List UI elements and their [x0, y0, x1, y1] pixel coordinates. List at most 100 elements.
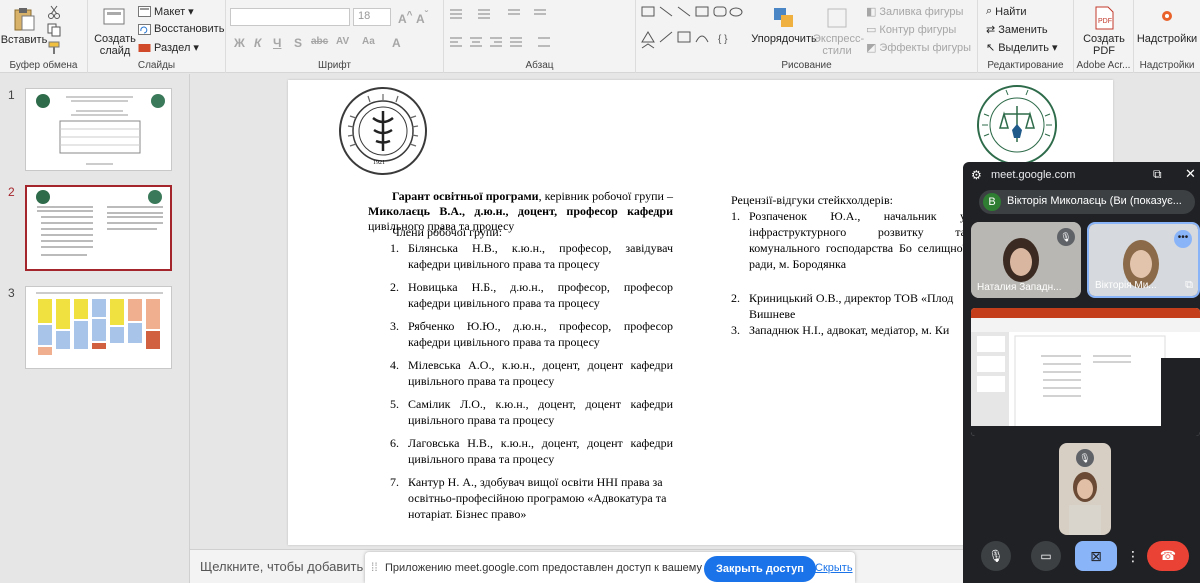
pip-icon[interactable]: ⧉	[1185, 279, 1193, 292]
clipboard-group: Вставить Буфер обмена	[0, 0, 88, 73]
hide-bar-link[interactable]: Скрыть	[815, 562, 853, 574]
find-button[interactable]: ⌕ Найти	[986, 5, 1027, 18]
search-icon: ⌕	[986, 5, 993, 17]
editing-group-title: Редактирование	[987, 60, 1064, 71]
reset-button[interactable]: Восстановить	[138, 23, 224, 35]
reviews-list: 1. Розпаченок Ю.А., начальник у інфрастру…	[731, 208, 966, 338]
slide-thumbnail-2[interactable]	[25, 185, 172, 271]
participant-tile-2[interactable]: ••• Вікторія Ми... ⧉	[1087, 222, 1200, 298]
copy-icon[interactable]	[47, 23, 61, 37]
list-item: 3. Западнюк Н.І., адвокат, медіатор, м. К…	[731, 323, 950, 337]
arrange-icon	[774, 8, 793, 27]
slide-thumbnail-1[interactable]	[25, 88, 172, 171]
thumbnail-1-preview	[36, 94, 165, 165]
back-to-tab-icon[interactable]: ⧉	[1153, 167, 1162, 182]
presenter-chip[interactable]: В Вікторія Миколаєць (Ви (показує...	[979, 190, 1195, 214]
quick-styles-button[interactable]: Экспресс-стили	[812, 5, 864, 57]
addins-button[interactable]: Надстройки	[1136, 5, 1198, 45]
font-group-title: Шрифт	[318, 60, 351, 71]
list-item: 2. Новицька Н.Б., д.ю.н., професор, профе…	[390, 280, 673, 310]
list-item: 4. Мілевська А.О., к.ю.н., доцент, доцент…	[390, 358, 673, 388]
list-item: 6. Лаговська Н.В., к.ю.н., доцент, доцент…	[390, 436, 673, 466]
create-pdf-button[interactable]: PDF Создать PDF	[1080, 5, 1128, 57]
spacing-button[interactable]: AV	[336, 36, 349, 47]
slide-thumbnails-pane: 1 2 3	[0, 74, 190, 583]
shape-outline-button[interactable]: ▭ Контур фигуры	[866, 23, 956, 37]
shape-fill-button[interactable]: ◧ Заливка фигуры	[866, 5, 963, 19]
list-item: 1. Розпаченок Ю.А., начальник у інфрастру…	[731, 209, 966, 271]
section-button[interactable]: Раздел ▾	[138, 41, 199, 54]
reviews-title: Рецензії-відгуки стейкхолдерів:	[731, 193, 893, 207]
format-painter-icon[interactable]	[47, 41, 61, 55]
addins-group-title: Надстройки	[1139, 60, 1195, 71]
mic-off-icon: 🎙︎	[1076, 449, 1094, 467]
shrink-font-icon[interactable]: Aˇ	[416, 10, 428, 26]
stop-sharing-button[interactable]: Закрыть доступ	[704, 556, 816, 582]
slides-group-title: Слайды	[137, 60, 176, 71]
svg-text:{ }: { }	[718, 34, 728, 45]
new-slide-button[interactable]: Создать слайд	[93, 5, 137, 57]
shared-screen-preview	[971, 308, 1200, 436]
strikethrough-button[interactable]: abc	[311, 36, 328, 47]
leave-call-button[interactable]: ☎	[1147, 541, 1189, 571]
guarantor-name: Миколаєць В.А., д.ю.н., доцент, професор…	[368, 204, 673, 218]
self-view-tile[interactable]: 🎙︎	[1059, 443, 1111, 535]
paragraph-icons	[450, 9, 550, 47]
institute-seal-logo	[977, 85, 1057, 165]
underline-button[interactable]: Ч	[273, 36, 281, 50]
list-item: 7. Кантур Н. А., здобувач вищої освіти НН…	[390, 475, 667, 521]
section-icon	[138, 44, 151, 52]
mic-button[interactable]: 🎙︎	[981, 541, 1011, 571]
participant-tile-1[interactable]: 🎙︎ Наталия Западн...	[971, 222, 1081, 298]
mic-icon: 🎙︎	[988, 549, 1004, 563]
font-group: 18 A^ Aˇ Ж К Ч S abc AV Aa A Шрифт	[226, 0, 444, 73]
site-settings-icon[interactable]: ⚙	[971, 168, 982, 182]
close-icon[interactable]: ✕	[1185, 166, 1196, 182]
clipboard-group-title: Буфер обмена	[9, 60, 78, 71]
shadow-button[interactable]: S	[294, 36, 302, 50]
hangup-icon: ☎	[1159, 548, 1177, 563]
notes-placeholder: Щелкните, чтобы добавить зам	[200, 559, 390, 574]
grow-font-icon[interactable]: A^	[398, 10, 413, 26]
svg-text:PDF: PDF	[1098, 18, 1112, 25]
paste-icon	[14, 8, 35, 31]
change-case-button[interactable]: Aa	[362, 36, 375, 47]
list-item: 2. Криницький О.В., директор ТОВ «Плод Ви…	[731, 291, 954, 321]
present-icon: ⊠	[1090, 547, 1102, 564]
participant-name: Наталия Западн...	[977, 282, 1062, 293]
slide-thumbnail-3[interactable]	[25, 286, 172, 369]
addins-group: Надстройки Надстройки	[1134, 0, 1200, 73]
shape-effects-button[interactable]: ◩ Эффекты фигуры	[866, 41, 971, 55]
cursor-icon: ↖	[986, 42, 996, 54]
shapes-gallery[interactable]: { }	[640, 4, 750, 52]
italic-button[interactable]: К	[254, 36, 261, 50]
more-options-button[interactable]: ⋮	[1123, 541, 1143, 571]
replace-button[interactable]: ⇄ Заменить	[986, 23, 1048, 37]
font-color-button[interactable]: A	[392, 36, 401, 50]
new-slide-icon	[103, 8, 125, 25]
bold-button[interactable]: Ж	[234, 36, 245, 50]
drawing-group-title: Рисование	[781, 60, 832, 71]
select-button[interactable]: ↖ Выделить ▾	[986, 41, 1058, 55]
paste-button[interactable]: Вставить	[1, 6, 47, 46]
meet-url: meet.google.com	[991, 169, 1076, 181]
stop-presenting-button[interactable]: ⊠	[1075, 541, 1117, 571]
layout-button[interactable]: Макет ▾	[138, 5, 194, 18]
screen-preview-image	[971, 308, 1200, 436]
pdf-icon: PDF	[1095, 6, 1114, 30]
seal-year: 1921	[373, 160, 385, 166]
drawing-group: { } Упорядочить Экспресс-стили ◧ Заливка …	[636, 0, 978, 73]
more-options-icon[interactable]: •••	[1174, 230, 1192, 248]
arrange-button[interactable]: Упорядочить	[751, 5, 817, 45]
camera-button[interactable]: ▭	[1031, 541, 1061, 571]
list-item: 5. Самілик Л.О., к.ю.н., доцент, доцент к…	[390, 397, 673, 427]
paragraph-group: Абзац	[444, 0, 636, 73]
cut-icon[interactable]	[47, 5, 61, 19]
font-name-combo[interactable]	[230, 8, 350, 26]
new-slide-label: Создать слайд	[94, 33, 136, 57]
font-size-combo[interactable]: 18	[353, 8, 391, 26]
list-item: 1. Білянська Н.В., к.ю.н., професор, заві…	[390, 241, 673, 271]
thumbnail-number: 3	[8, 286, 15, 300]
avatar: В	[983, 193, 1001, 211]
drag-handle-icon[interactable]: ⁞⁞	[371, 560, 378, 574]
